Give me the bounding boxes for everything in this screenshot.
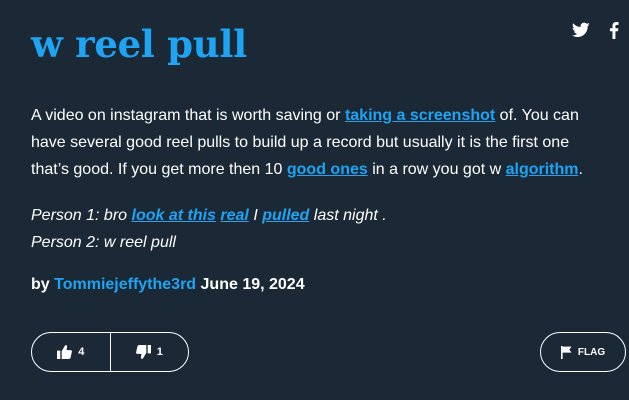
example-line-1: Person 1: bro look at this real I pulled… bbox=[31, 202, 611, 229]
facebook-icon bbox=[609, 22, 619, 39]
upvote-button[interactable]: 4 bbox=[32, 333, 110, 371]
meaning-text: A video on instagram that is worth savin… bbox=[31, 102, 611, 183]
link-algorithm[interactable]: algorithm bbox=[506, 161, 579, 178]
byline-prefix: by bbox=[31, 276, 55, 293]
flag-button[interactable]: FLAG bbox=[540, 332, 626, 372]
word-title[interactable]: w reel pull bbox=[31, 22, 247, 66]
example-line-2: Person 2: w reel pull bbox=[31, 234, 176, 251]
link-taking-a-screenshot[interactable]: taking a screenshot bbox=[345, 107, 495, 124]
meaning-segment: . bbox=[578, 161, 583, 178]
meaning-segment: A video on instagram that is worth savin… bbox=[31, 107, 345, 124]
link-good-ones[interactable]: good ones bbox=[287, 161, 368, 178]
meaning-segment: in a row you got w bbox=[367, 161, 506, 178]
link-look-at-this[interactable]: look at this bbox=[132, 207, 216, 224]
flag-label: FLAG bbox=[577, 346, 606, 358]
flag-icon bbox=[560, 345, 572, 359]
example-segment: Person 1: bro bbox=[31, 207, 132, 224]
downvote-button[interactable]: 1 bbox=[109, 333, 189, 371]
downvote-count: 1 bbox=[156, 346, 163, 358]
example-segment: I bbox=[248, 207, 263, 224]
vote-buttons: 4 1 bbox=[31, 332, 189, 372]
author-link[interactable]: Tommiejeffythe3rd bbox=[54, 276, 196, 293]
thumbs-up-icon bbox=[57, 345, 73, 359]
twitter-share-button[interactable] bbox=[572, 22, 590, 38]
twitter-icon bbox=[572, 22, 590, 37]
upvote-count: 4 bbox=[78, 346, 85, 358]
facebook-share-button[interactable] bbox=[609, 22, 619, 39]
link-real[interactable]: real bbox=[220, 207, 248, 224]
byline: by Tommiejeffythe3rd June 19, 2024 bbox=[31, 276, 305, 294]
post-date: June 19, 2024 bbox=[196, 276, 305, 293]
thumbs-down-icon bbox=[135, 345, 151, 359]
link-pulled[interactable]: pulled bbox=[262, 207, 309, 224]
example-segment: last night . bbox=[309, 207, 387, 224]
example-text: Person 1: bro look at this real I pulled… bbox=[31, 202, 611, 256]
